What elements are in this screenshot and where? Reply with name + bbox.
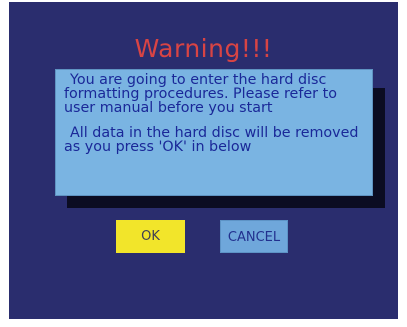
warning-title: Warning!!! <box>134 34 273 63</box>
ok-button[interactable]: OK <box>116 220 185 253</box>
cancel-button[interactable]: CANCEL <box>220 220 288 253</box>
warning-dialog: You are going to enter the hard disc for… <box>55 69 373 196</box>
warning-message-1: You are going to enter the hard disc for… <box>64 72 337 116</box>
warning-message-2: All data in the hard disc will be remove… <box>64 125 359 155</box>
tv-screen: Warning!!! You are going to enter the ha… <box>9 2 398 319</box>
